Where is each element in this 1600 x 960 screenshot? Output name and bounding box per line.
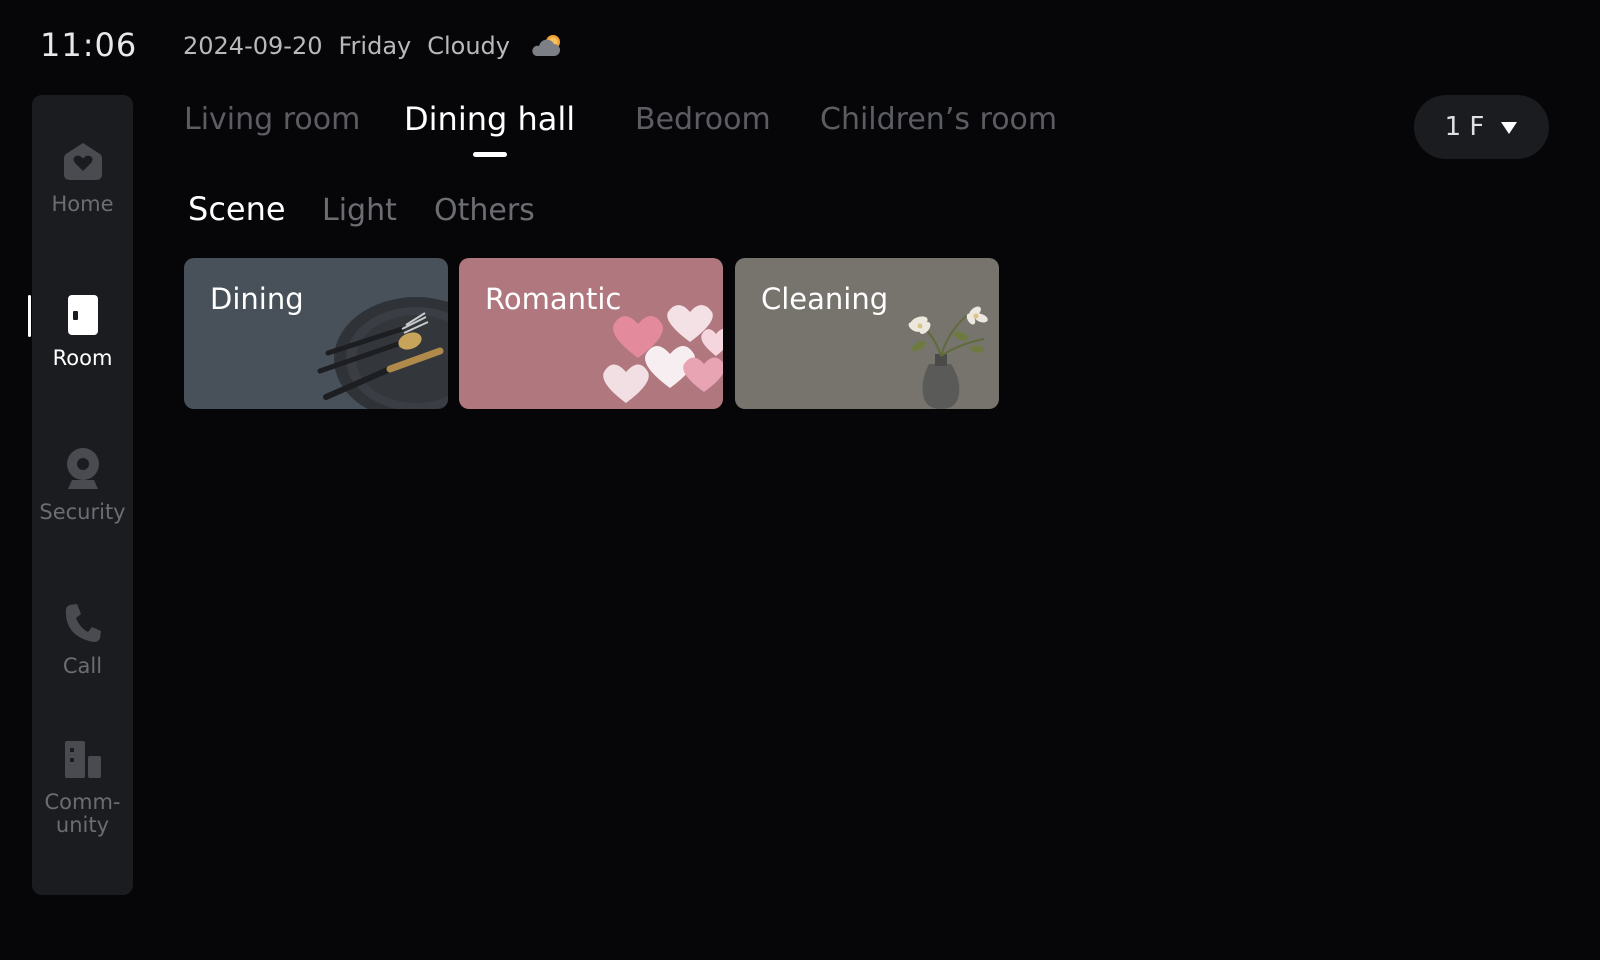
scene-card-dining[interactable]: Dining bbox=[184, 258, 448, 409]
floor-selector[interactable]: 1 F bbox=[1414, 95, 1549, 159]
home-heart-icon bbox=[61, 139, 105, 183]
tab-label: Living room bbox=[184, 102, 361, 137]
scene-label: Cleaning bbox=[761, 282, 889, 316]
tab-childrens-room[interactable]: Children’s room bbox=[820, 102, 1057, 137]
sidebar-item-security[interactable]: Security bbox=[32, 447, 133, 524]
clock: 11:06 bbox=[40, 26, 138, 64]
date: 2024-09-20 bbox=[183, 32, 323, 60]
tab-bedroom[interactable]: Bedroom bbox=[635, 102, 771, 137]
sidebar-item-room[interactable]: Room bbox=[32, 293, 133, 370]
tab-scene[interactable]: Scene bbox=[188, 190, 286, 228]
scene-card-romantic[interactable]: Romantic bbox=[459, 258, 723, 409]
scene-card-cleaning[interactable]: Cleaning bbox=[735, 258, 999, 409]
caret-down-icon bbox=[1500, 112, 1518, 142]
camera-icon bbox=[61, 447, 105, 491]
sidebar-item-label: Comm- unity bbox=[44, 790, 121, 837]
phone-icon bbox=[61, 601, 105, 645]
app-screen: 11:06 2024-09-20 Friday Cloudy Home Room… bbox=[0, 0, 1600, 960]
tab-others[interactable]: Others bbox=[434, 193, 535, 228]
active-indicator bbox=[28, 295, 31, 337]
sidebar-item-label: Call bbox=[62, 654, 103, 678]
status-line: 2024-09-20 Friday Cloudy bbox=[183, 32, 564, 60]
tab-label: Dining hall bbox=[404, 100, 576, 138]
weather-text: Cloudy bbox=[427, 32, 510, 60]
plate-cutlery-image bbox=[317, 297, 448, 409]
sidebar-item-label: Security bbox=[39, 500, 126, 524]
sidebar-item-home[interactable]: Home bbox=[32, 139, 133, 216]
tab-label: Bedroom bbox=[635, 102, 771, 137]
sidebar-item-label: Home bbox=[51, 192, 114, 216]
floor-value: 1 F bbox=[1444, 112, 1485, 142]
flower-vase-image bbox=[908, 306, 988, 409]
building-icon bbox=[61, 737, 105, 781]
cloud-sun-icon bbox=[528, 32, 564, 60]
tab-label: Others bbox=[434, 193, 535, 228]
scene-label: Romantic bbox=[485, 282, 622, 316]
sidebar-item-call[interactable]: Call bbox=[32, 601, 133, 678]
tab-label: Children’s room bbox=[820, 102, 1058, 137]
tab-light[interactable]: Light bbox=[322, 193, 397, 228]
door-icon bbox=[61, 293, 105, 337]
tab-label: Scene bbox=[188, 190, 286, 228]
sidebar-item-community[interactable]: Comm- unity bbox=[32, 737, 133, 837]
weekday: Friday bbox=[338, 32, 412, 60]
scene-label: Dining bbox=[210, 282, 304, 316]
tab-living-room[interactable]: Living room bbox=[184, 102, 360, 137]
tab-dining-hall[interactable]: Dining hall bbox=[404, 100, 576, 157]
sidebar-item-label: Room bbox=[52, 346, 113, 370]
tab-label: Light bbox=[322, 193, 397, 228]
sidebar: Home Room Security Call Comm- unity bbox=[28, 95, 133, 895]
active-tab-underline bbox=[472, 152, 507, 157]
